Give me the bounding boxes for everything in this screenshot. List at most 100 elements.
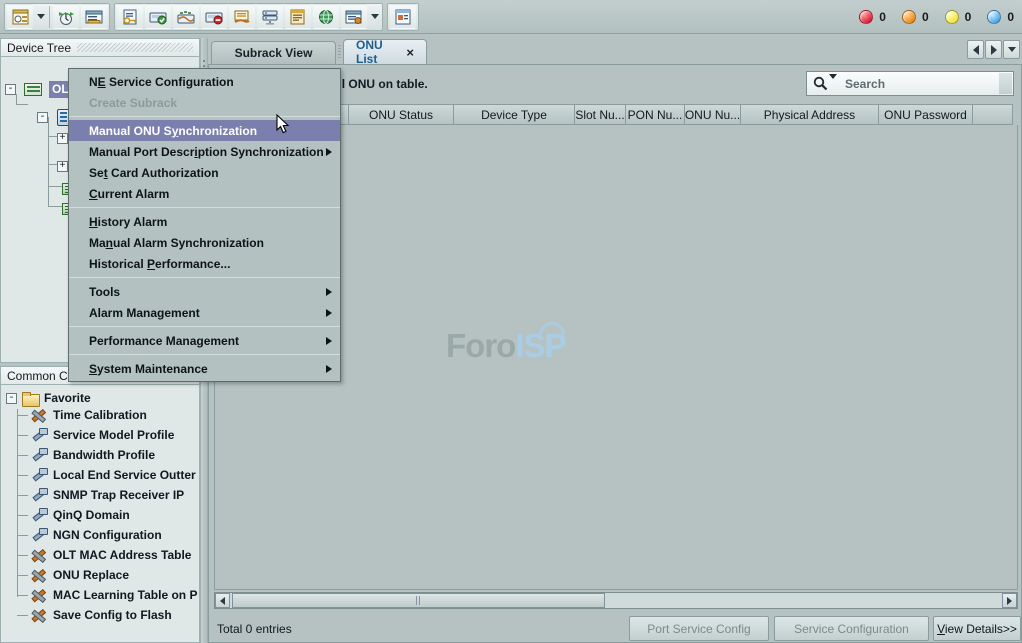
search-dropdown-arrow-icon[interactable]: [829, 79, 837, 93]
tab-next-button[interactable]: [985, 40, 1002, 59]
horizontal-scrollbar[interactable]: [214, 592, 1018, 609]
main-toolbar: 0 0 0 0: [0, 0, 1022, 34]
tree-expander-card-1[interactable]: +: [57, 133, 68, 144]
common-command-item[interactable]: ONU Replace: [23, 565, 129, 585]
server-stack-icon[interactable]: [257, 4, 283, 29]
common-command-item[interactable]: Save Config to Flash: [23, 605, 172, 625]
card-hand-icon[interactable]: [229, 4, 255, 29]
scroll-right-button[interactable]: [1002, 593, 1017, 608]
column-header-label: Physical Address: [764, 108, 855, 122]
menu-item-label: Performance Management: [89, 334, 239, 348]
tree-expander-subrack[interactable]: -: [37, 112, 48, 123]
onu-table-column-header[interactable]: Device Type: [454, 104, 575, 125]
onu-table-column-header[interactable]: ONU Nu...: [685, 104, 741, 125]
alarm-warning[interactable]: 0: [987, 10, 1014, 24]
menu-separator: [69, 326, 340, 327]
service-configuration-label: Service Configuration: [794, 622, 909, 636]
common-command-item[interactable]: Local End Service Outter: [23, 465, 196, 485]
favorite-expander[interactable]: -: [6, 393, 17, 404]
search-resize-grip: [999, 73, 1012, 94]
device-add-icon[interactable]: [145, 4, 171, 29]
tab-drag-grip[interactable]: [338, 45, 341, 59]
device-remove-icon[interactable]: [201, 4, 227, 29]
menu-item-ne-service-configuration[interactable]: NE Service Configuration: [69, 71, 340, 92]
menu-item-label: Manual Alarm Synchronization: [89, 236, 264, 250]
menu-item-history-alarm[interactable]: History Alarm: [69, 211, 340, 232]
tab-subrack-view[interactable]: Subrack View: [211, 41, 336, 64]
common-command-item-label: Bandwidth Profile: [53, 448, 155, 462]
device-tree-titlebar: Device Tree: [0, 38, 200, 57]
menu-item-current-alarm[interactable]: Current Alarm: [69, 183, 340, 204]
service-configuration-button[interactable]: Service Configuration: [774, 616, 929, 641]
toolbar-dropdown-arrow-2[interactable]: [368, 4, 381, 29]
menu-item-manual-onu-synchronization[interactable]: Manual ONU Synchronization: [69, 120, 340, 141]
common-command-item-label: Service Model Profile: [53, 428, 174, 442]
common-command-body[interactable]: - Favorite Time CalibrationService Model…: [0, 385, 200, 643]
onu-table-column-header[interactable]: Physical Address: [741, 104, 879, 125]
onu-table-column-header[interactable]: ONU Status: [349, 104, 454, 125]
onu-table-column-header[interactable]: ONU Password: [879, 104, 973, 125]
tab-nav-controls: [966, 40, 1020, 59]
view-details-button[interactable]: View Details>>: [933, 616, 1021, 641]
menu-item-set-card-authorization[interactable]: Set Card Authorization: [69, 162, 340, 183]
timer-icon[interactable]: [53, 4, 79, 29]
menu-item-manual-port-description-synchronization[interactable]: Manual Port Description Synchronization: [69, 141, 340, 162]
common-command-item-label: SNMP Trap Receiver IP: [53, 488, 184, 502]
column-header-label: ONU Status: [369, 108, 433, 122]
common-command-item[interactable]: OLT MAC Address Table: [23, 545, 191, 565]
menu-item-alarm-management[interactable]: Alarm Management: [69, 302, 340, 323]
database-icon[interactable]: [285, 4, 311, 29]
tab-onu-list[interactable]: ONU List ×: [343, 39, 427, 64]
tab-close-icon[interactable]: ×: [406, 46, 414, 59]
common-command-item[interactable]: QinQ Domain: [23, 505, 130, 525]
tree-node-root[interactable]: - OL: [5, 79, 73, 99]
tree-node-subrack[interactable]: -: [37, 107, 70, 127]
menu-item-system-maintenance[interactable]: System Maintenance: [69, 358, 340, 379]
tab-list-button[interactable]: [1003, 40, 1020, 59]
search-input[interactable]: Search: [806, 71, 1014, 96]
panel-view-icon[interactable]: [7, 4, 33, 29]
report-edit-icon[interactable]: [341, 4, 367, 29]
submenu-arrow-icon: [326, 337, 332, 345]
toolbar-dropdown-arrow-1[interactable]: [34, 4, 47, 29]
onu-table-column-header[interactable]: PON Nu...: [626, 104, 685, 125]
tab-prev-button[interactable]: [967, 40, 984, 59]
scrollbar-thumb[interactable]: [232, 593, 605, 608]
globe-icon[interactable]: [313, 4, 339, 29]
alarm-counters: 0 0 0 0: [843, 0, 1014, 34]
common-command-item[interactable]: Time Calibration: [23, 405, 147, 425]
onu-table-column-header[interactable]: Slot Nu...: [575, 104, 626, 125]
common-command-item[interactable]: NGN Configuration: [23, 525, 162, 545]
network-link-icon[interactable]: [173, 4, 199, 29]
menu-item-historical-performance[interactable]: Historical Performance...: [69, 253, 340, 274]
scroll-left-button[interactable]: [215, 593, 230, 608]
column-header-label: ONU Password: [884, 108, 967, 122]
tab-subrack-view-label: Subrack View: [235, 46, 313, 60]
common-command-item[interactable]: MAC Learning Table on P: [23, 585, 197, 605]
titlebar-grip[interactable]: [77, 43, 193, 52]
toolbar-group-3: [387, 3, 419, 31]
menu-item-label: Historical Performance...: [89, 257, 230, 271]
document-key-icon[interactable]: [117, 4, 143, 29]
device-context-menu[interactable]: NE Service ConfigurationCreate SubrackMa…: [68, 68, 341, 382]
menu-item-performance-management[interactable]: Performance Management: [69, 330, 340, 351]
onu-table-column-header[interactable]: [973, 104, 1013, 125]
common-command-item[interactable]: Bandwidth Profile: [23, 445, 155, 465]
common-command-item[interactable]: Service Model Profile: [23, 425, 174, 445]
common-command-item[interactable]: SNMP Trap Receiver IP: [23, 485, 184, 505]
window-panel-icon[interactable]: [390, 4, 416, 29]
alarm-critical[interactable]: 0: [859, 10, 886, 24]
alarm-major[interactable]: 0: [902, 10, 929, 24]
menu-item-manual-alarm-synchronization[interactable]: Manual Alarm Synchronization: [69, 232, 340, 253]
tree-expander-root[interactable]: -: [5, 84, 16, 95]
alarm-minor[interactable]: 0: [945, 10, 972, 24]
port-service-config-button[interactable]: Port Service Config: [629, 616, 769, 641]
tree-expander-card-2[interactable]: +: [57, 161, 68, 172]
tab-onu-list-label: ONU List: [356, 38, 397, 66]
menu-item-label: History Alarm: [89, 215, 167, 229]
hammer-icon: [32, 508, 47, 522]
list-report-icon[interactable]: [81, 4, 107, 29]
menu-item-tools[interactable]: Tools: [69, 281, 340, 302]
folder-icon: [22, 392, 39, 405]
port-service-config-label: Port Service Config: [647, 622, 750, 636]
